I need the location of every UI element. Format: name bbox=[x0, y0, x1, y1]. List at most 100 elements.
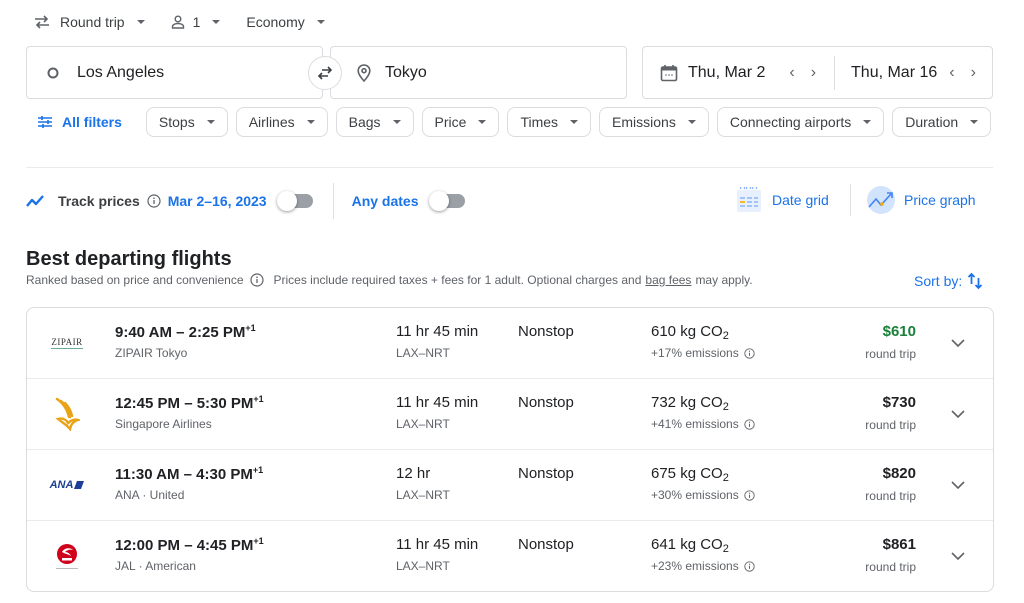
chip-label: Duration bbox=[905, 114, 959, 130]
vertical-divider bbox=[850, 184, 851, 216]
caret-down-icon bbox=[136, 20, 145, 24]
ana-logo-text: ANA bbox=[49, 479, 74, 491]
caret-down-icon bbox=[687, 120, 696, 124]
chip-label: Emissions bbox=[612, 114, 676, 130]
flight-times: 12:00 PM – 4:45 PM+1 bbox=[115, 536, 264, 554]
any-dates-label: Any dates bbox=[351, 193, 419, 209]
flight-row[interactable]: 12:45 PM – 5:30 PM+1 Singapore Airlines … bbox=[27, 379, 993, 450]
emissions-label: +23% emissions bbox=[651, 559, 739, 573]
return-next-day-button[interactable]: › bbox=[963, 64, 984, 82]
filter-chip-airlines[interactable]: Airlines bbox=[235, 107, 328, 137]
info-icon[interactable] bbox=[744, 347, 755, 359]
info-icon[interactable] bbox=[744, 560, 755, 572]
chip-label: Connecting airports bbox=[729, 114, 852, 130]
flight-duration: 11 hr 45 min bbox=[396, 394, 479, 411]
trip-type-label: Round trip bbox=[60, 14, 125, 30]
section-divider bbox=[26, 167, 993, 168]
price-type: round trip bbox=[865, 489, 916, 503]
depart-prev-day-button[interactable]: ‹ bbox=[781, 64, 802, 82]
ana-logo: ANA bbox=[45, 468, 89, 502]
swap-locations-button[interactable] bbox=[308, 56, 342, 90]
caret-down-icon bbox=[316, 20, 325, 24]
filter-chip-duration[interactable]: Duration bbox=[892, 107, 992, 137]
flight-row[interactable]: 12:00 PM – 4:45 PM+1 JAL · American 11 h… bbox=[27, 521, 993, 591]
info-icon[interactable] bbox=[744, 489, 755, 501]
prices-note: Prices include required taxes + fees for… bbox=[273, 273, 642, 287]
flight-stops: Nonstop bbox=[518, 536, 574, 553]
date-grid-button[interactable]: Date grid bbox=[736, 184, 829, 216]
all-filters-label: All filters bbox=[62, 114, 122, 130]
sort-by-label: Sort by: bbox=[914, 273, 963, 289]
day-offset: +1 bbox=[252, 465, 264, 475]
filter-chip-bags[interactable]: Bags bbox=[335, 107, 414, 137]
expand-chevron-icon[interactable] bbox=[945, 543, 971, 569]
co2-amount: 732 kg CO2 bbox=[651, 394, 729, 413]
time-range: 12:00 PM – 4:45 PM bbox=[115, 537, 254, 554]
trip-type-dropdown[interactable]: Round trip bbox=[34, 14, 145, 30]
co2-value: 610 kg CO bbox=[651, 323, 723, 340]
flight-times: 9:40 AM – 2:25 PM+1 bbox=[115, 323, 256, 341]
time-range: 12:45 PM – 5:30 PM bbox=[115, 395, 254, 412]
airline-name: Singapore Airlines bbox=[115, 417, 212, 431]
depart-date[interactable]: Thu, Mar 2 bbox=[688, 64, 765, 82]
origin-input[interactable]: Los Angeles bbox=[26, 46, 323, 99]
caret-down-icon bbox=[570, 120, 579, 124]
destination-input[interactable]: Tokyo bbox=[330, 46, 627, 99]
expand-chevron-icon[interactable] bbox=[945, 401, 971, 427]
flight-price: $730 bbox=[882, 394, 916, 411]
price-graph-icon bbox=[866, 185, 896, 215]
filter-chip-times[interactable]: Times bbox=[507, 107, 592, 137]
price-type: round trip bbox=[865, 560, 916, 574]
ranked-note: Ranked based on price and convenience bbox=[26, 273, 244, 287]
co2-value: 641 kg CO bbox=[651, 536, 723, 553]
track-dates-toggle[interactable] bbox=[276, 191, 313, 211]
filter-chip-stops[interactable]: Stops bbox=[145, 107, 228, 137]
origin-circle-icon bbox=[47, 67, 59, 79]
info-icon[interactable] bbox=[249, 273, 264, 287]
expand-chevron-icon[interactable] bbox=[945, 472, 971, 498]
destination-value: Tokyo bbox=[385, 63, 427, 81]
flight-stops: Nonstop bbox=[518, 465, 574, 482]
emissions-label: +30% emissions bbox=[651, 488, 739, 502]
flight-stops: Nonstop bbox=[518, 323, 574, 340]
chip-label: Bags bbox=[348, 114, 381, 130]
co2-subscript: 2 bbox=[722, 543, 729, 555]
date-grid-icon bbox=[736, 187, 762, 213]
flight-row[interactable]: ZIPAIR 9:40 AM – 2:25 PM+1 ZIPAIR Tokyo … bbox=[27, 308, 993, 379]
caret-down-icon bbox=[863, 120, 872, 124]
sort-by-button[interactable]: Sort by: bbox=[914, 272, 983, 290]
results-title: Best departing flights bbox=[26, 248, 232, 270]
all-filters-button[interactable]: All filters bbox=[38, 114, 122, 130]
chip-label: Price bbox=[434, 114, 467, 130]
passengers-dropdown[interactable]: 1 bbox=[171, 14, 221, 30]
return-date[interactable]: Thu, Mar 16 bbox=[851, 64, 937, 82]
return-prev-day-button[interactable]: ‹ bbox=[941, 64, 962, 82]
flight-row[interactable]: ANA 11:30 AM – 4:30 PM+1 ANA · United 12… bbox=[27, 450, 993, 521]
filter-chip-price[interactable]: Price bbox=[421, 107, 500, 137]
caret-down-icon bbox=[206, 120, 215, 124]
cabin-class-label: Economy bbox=[246, 14, 305, 30]
cabin-class-dropdown[interactable]: Economy bbox=[246, 14, 325, 30]
caret-down-icon bbox=[478, 120, 487, 124]
bag-fees-link[interactable]: bag fees bbox=[645, 273, 691, 287]
tune-sliders-icon bbox=[38, 115, 52, 129]
price-graph-button[interactable]: Price graph bbox=[866, 184, 976, 216]
any-dates-toggle[interactable] bbox=[428, 191, 465, 211]
flight-route: LAX–NRT bbox=[396, 346, 450, 360]
filter-chip-connecting-airports[interactable]: Connecting airports bbox=[716, 107, 885, 137]
day-offset: +1 bbox=[253, 394, 264, 404]
prices-note-end: may apply. bbox=[695, 273, 753, 287]
co2-amount: 610 kg CO2 bbox=[651, 323, 729, 342]
flight-duration: 12 hr bbox=[396, 465, 431, 482]
sort-arrows-icon bbox=[967, 272, 983, 290]
co2-amount: 675 kg CO2 bbox=[651, 465, 729, 484]
price-type: round trip bbox=[865, 347, 916, 361]
depart-next-day-button[interactable]: › bbox=[803, 64, 824, 82]
info-icon[interactable] bbox=[744, 418, 755, 430]
co2-subscript: 2 bbox=[722, 330, 729, 342]
expand-chevron-icon[interactable] bbox=[945, 330, 971, 356]
date-divider bbox=[834, 55, 836, 90]
filter-bar: All filters Stops Airlines Bags Price Ti… bbox=[38, 107, 999, 137]
info-icon[interactable] bbox=[147, 194, 161, 208]
filter-chip-emissions[interactable]: Emissions bbox=[599, 107, 709, 137]
